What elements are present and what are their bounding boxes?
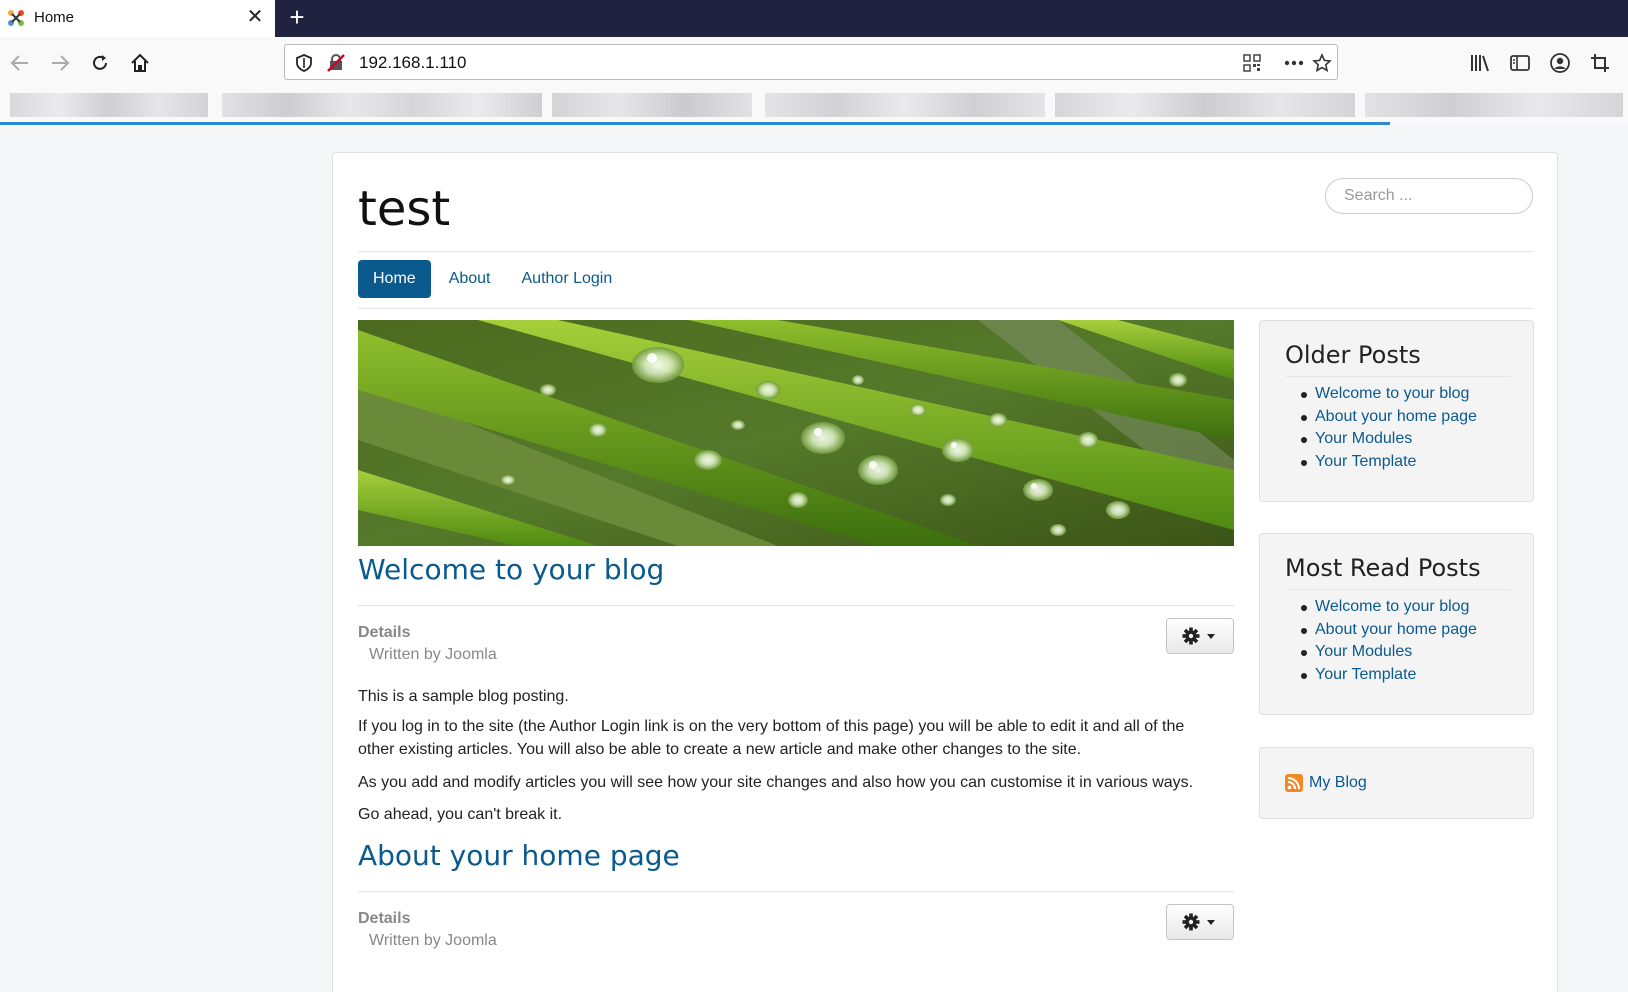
- module-title: Most Read Posts: [1285, 554, 1481, 582]
- menu-item-author-login[interactable]: Author Login: [509, 260, 631, 298]
- article-paragraph: If you log in to the site (the Author Lo…: [358, 718, 1185, 758]
- back-icon[interactable]: [6, 49, 34, 77]
- home-icon[interactable]: [126, 49, 154, 77]
- menu-item-about[interactable]: About: [431, 260, 509, 298]
- details-label: Details: [358, 624, 411, 641]
- new-tab-icon[interactable]: +: [284, 3, 310, 31]
- forward-icon[interactable]: [46, 49, 74, 77]
- gear-icon: [1182, 627, 1215, 645]
- close-tab-icon[interactable]: ✕: [244, 6, 266, 28]
- tab-title: Home: [34, 9, 75, 26]
- list-item[interactable]: About your home page: [1301, 406, 1477, 429]
- account-icon[interactable]: [1546, 49, 1574, 77]
- rss-feed-icon: [1285, 774, 1303, 792]
- most-read-list: Welcome to your blog About your home pag…: [1301, 596, 1477, 687]
- list-item[interactable]: Your Modules: [1301, 428, 1477, 451]
- article-divider: [358, 605, 1234, 606]
- header-divider: [358, 251, 1533, 252]
- list-item[interactable]: About your home page: [1301, 619, 1477, 642]
- module-divider: [1285, 589, 1510, 590]
- article-tools-button[interactable]: [1166, 904, 1234, 940]
- sidebar-toggle-icon[interactable]: [1506, 49, 1534, 77]
- site-container: test Home About Author Login: [332, 152, 1558, 992]
- article-divider: [358, 891, 1234, 892]
- syndication-module: My Blog: [1259, 747, 1534, 819]
- list-item[interactable]: Your Template: [1301, 664, 1477, 687]
- insecure-connection-icon[interactable]: [325, 52, 347, 74]
- author-info: Written by Joomla: [369, 646, 497, 663]
- hero-image-grass-droplets: [358, 320, 1234, 546]
- browser-toolbar: 192.168.1.110: [0, 37, 1628, 87]
- screenshot-crop-icon[interactable]: [1586, 49, 1614, 77]
- list-item[interactable]: Welcome to your blog: [1301, 596, 1477, 619]
- bookmark-star-icon[interactable]: [1311, 52, 1333, 74]
- browser-tab-home[interactable]: Home ✕: [0, 0, 275, 37]
- menu-item-home[interactable]: Home: [358, 260, 431, 298]
- rss-feed-link[interactable]: My Blog: [1285, 774, 1367, 792]
- address-bar[interactable]: 192.168.1.110: [284, 44, 1338, 80]
- reload-icon[interactable]: [86, 49, 114, 77]
- module-divider: [1285, 376, 1510, 377]
- page-load-progress: [0, 122, 1390, 125]
- page-actions-icon[interactable]: [1283, 52, 1305, 74]
- list-item[interactable]: Your Modules: [1301, 641, 1477, 664]
- list-item[interactable]: Welcome to your blog: [1301, 383, 1477, 406]
- older-posts-list: Welcome to your blog About your home pag…: [1301, 383, 1477, 474]
- older-posts-module: Older Posts Welcome to your blog About y…: [1259, 320, 1534, 502]
- joomla-favicon-icon: [8, 10, 24, 26]
- author-info: Written by Joomla: [369, 932, 497, 949]
- article-tools-button[interactable]: [1166, 618, 1234, 654]
- qr-code-icon[interactable]: [1241, 52, 1263, 74]
- library-icon[interactable]: [1466, 49, 1494, 77]
- browser-tab-strip: Home ✕ +: [0, 0, 1628, 37]
- tracking-shield-icon[interactable]: [293, 52, 315, 74]
- article-title-welcome[interactable]: Welcome to your blog: [358, 553, 664, 586]
- article-title-about-home-page[interactable]: About your home page: [358, 839, 680, 872]
- url-text: 192.168.1.110: [359, 53, 467, 72]
- gear-icon: [1182, 913, 1215, 931]
- article-paragraph: As you add and modify articles you will …: [358, 774, 1194, 791]
- menu-divider: [358, 308, 1533, 309]
- main-menu: Home About Author Login: [358, 260, 630, 298]
- article-paragraph: This is a sample blog posting.: [358, 688, 569, 705]
- article-paragraph: Go ahead, you can't break it.: [358, 806, 563, 823]
- search-input[interactable]: [1325, 178, 1533, 214]
- list-item[interactable]: Your Template: [1301, 451, 1477, 474]
- most-read-module: Most Read Posts Welcome to your blog Abo…: [1259, 533, 1534, 715]
- details-label: Details: [358, 910, 411, 927]
- feed-label: My Blog: [1309, 774, 1367, 791]
- bookmarks-toolbar-blurred: [0, 87, 1628, 123]
- module-title: Older Posts: [1285, 341, 1421, 369]
- site-brand[interactable]: test: [358, 181, 450, 237]
